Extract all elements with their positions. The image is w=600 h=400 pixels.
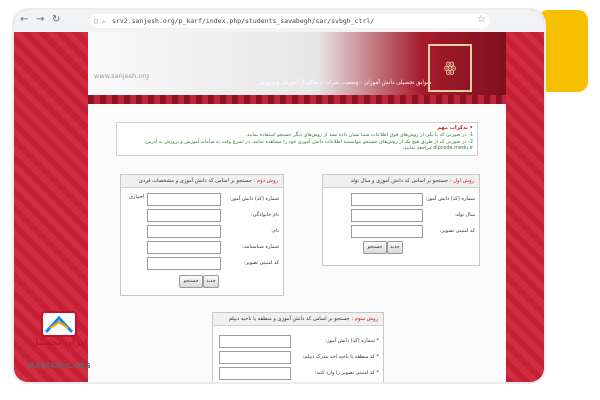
method-1-row: کد امنیتی تصویر: <box>327 225 475 239</box>
star-icon[interactable]: ☆ <box>477 14 486 25</box>
method-3-row: * شماره (کد) دانش آموز: <box>217 335 379 349</box>
watermark-english: IRANTAHSIL.ORG <box>27 362 91 370</box>
method-1-card: روش اول : جستجو بر اساس کد دانش آموزی و … <box>322 174 480 266</box>
field-label: کد امنیتی تصویر: <box>243 260 279 266</box>
method-2-row: کد امنیتی تصویر: <box>125 257 279 271</box>
method-3-card: روش سوم : جستجو بر اساس کد دانش آموزی و … <box>212 312 384 382</box>
method-1-row: سال تولد: <box>327 209 475 223</box>
search-button[interactable]: جستجو <box>179 275 203 288</box>
method-3-title-prefix: روش سوم : <box>351 316 378 322</box>
banner-strip <box>88 95 506 104</box>
new-button[interactable]: جدید <box>387 241 403 254</box>
field-label: نام: <box>271 228 279 234</box>
field-label: کد امنیتی تصویر: <box>439 228 475 234</box>
birth-year-input[interactable] <box>351 209 423 222</box>
book-logo-icon <box>41 311 77 337</box>
method-2-title: جستجو بر اساس کد دانش آموزی و مشخصات فرد… <box>138 178 252 184</box>
last-name-input[interactable] <box>147 209 221 222</box>
student-code-input[interactable] <box>219 335 291 348</box>
method-3-title: جستجو بر اساس کد دانش آموزی و منطقه یا ن… <box>228 316 350 322</box>
method-1-title-prefix: روش اول : <box>449 178 474 184</box>
web-page: www.sanjesh.org سوابق تحصیلی دانش آموزان… <box>88 32 506 382</box>
new-button[interactable]: جدید <box>203 275 219 288</box>
arrow-left-icon[interactable]: ← <box>20 15 30 25</box>
notice-heading: • تذکرات مهم <box>437 125 473 131</box>
notice-box: • تذکرات مهم 1- در صورتی که با یکی از رو… <box>116 122 478 156</box>
field-label: شماره شناسنامه: <box>242 244 279 250</box>
search-button[interactable]: جستجو <box>363 241 387 254</box>
method-2-card: روش دوم : جستجو بر اساس کد دانش آموزی و … <box>120 174 284 296</box>
method-1-header: روش اول : جستجو بر اساس کد دانش آموزی و … <box>323 175 479 188</box>
refresh-icon[interactable]: ↻ <box>52 15 62 25</box>
shield-icon: ◯ ⚠ <box>94 17 106 25</box>
id-number-input[interactable] <box>147 241 221 254</box>
right-red-pattern <box>506 32 544 382</box>
method-2-row: شماره شناسنامه: <box>125 241 279 255</box>
captcha-input[interactable] <box>351 225 423 238</box>
method-2-row: نام: <box>125 225 279 239</box>
url-text: srv2.sanjesh.org/p_karf/index.php/studen… <box>112 17 375 25</box>
notice-line-1: 1- در صورتی که با یکی از روش‌های فوق اطل… <box>245 132 473 138</box>
field-label: * کد منطقه یا ناحیه اخذ مدرک دیپلم: <box>302 354 379 360</box>
method-2-row: شماره (کد) دانش آموز: <box>125 193 279 207</box>
student-code-input[interactable] <box>351 193 423 206</box>
region-code-input[interactable] <box>219 351 291 364</box>
arrow-right-icon[interactable]: → <box>36 15 46 25</box>
sanjesh-logo: ꙮ <box>428 44 472 92</box>
field-label: شماره (کد) دانش آموز: <box>229 196 279 202</box>
field-label: سال تولد: <box>454 212 475 218</box>
banner-title: سوابق تحصیلی دانش آموزان - وضعیت نمرات ا… <box>258 80 432 86</box>
yellow-accent-shape <box>538 10 588 92</box>
method-3-row: * کد منطقه یا ناحیه اخذ مدرک دیپلم: <box>217 351 379 365</box>
field-label: * شماره (کد) دانش آموز: <box>325 338 379 344</box>
main-content: • تذکرات مهم 1- در صورتی که با یکی از رو… <box>88 104 506 382</box>
method-1-title: جستجو بر اساس کد دانش آموزی و سال تولد <box>350 178 449 184</box>
method-1-row: شماره (کد) دانش آموز: <box>327 193 475 207</box>
watermark-persian: ایران تحصیل <box>30 338 88 348</box>
method-2-row: نام خانوادگی: <box>125 209 279 223</box>
site-name: www.sanjesh.org <box>94 72 149 80</box>
student-code-input[interactable] <box>147 193 221 206</box>
notice-line-2: 2- در صورتی که از طریق هیچ یک از روش‌های… <box>145 139 473 151</box>
captcha-input[interactable] <box>147 257 221 270</box>
method-3-row: * کد امنیتی تصویر را وارد کنید: <box>217 367 379 381</box>
url-field[interactable]: ◯ ⚠ srv2.sanjesh.org/p_karf/index.php/st… <box>90 14 490 28</box>
first-name-input[interactable] <box>147 225 221 238</box>
method-2-title-prefix: روش دوم : <box>253 178 278 184</box>
irantahsil-watermark: ایران تحصیل IRANTAHSIL.ORG <box>18 300 100 382</box>
browser-address-bar: ← → ↻ ◯ ⚠ srv2.sanjesh.org/p_karf/index.… <box>14 10 544 33</box>
method-3-header: روش سوم : جستجو بر اساس کد دانش آموزی و … <box>213 313 383 326</box>
field-label: نام خانوادگی: <box>250 212 279 218</box>
method-2-header: روش دوم : جستجو بر اساس کد دانش آموزی و … <box>121 175 283 188</box>
site-banner: www.sanjesh.org سوابق تحصیلی دانش آموزان… <box>88 32 506 104</box>
captcha-input[interactable] <box>219 367 291 380</box>
field-label: * کد امنیتی تصویر را وارد کنید: <box>314 370 379 376</box>
field-label: شماره (کد) دانش آموز: <box>425 196 475 202</box>
